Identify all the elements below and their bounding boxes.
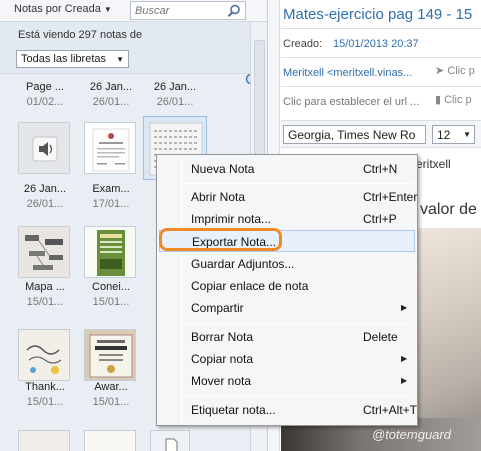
menu-item-label: Copiar nota — [191, 352, 254, 366]
note-title: 26 Jan... — [153, 81, 197, 93]
watermark: @totemguard — [372, 427, 451, 442]
menu-item-label: Borrar Nota — [191, 330, 254, 344]
author-field[interactable]: Meritxell <meritxell.vinas... — [283, 67, 412, 79]
menu-separator — [185, 183, 413, 184]
menu-item-label: Nueva Nota — [191, 162, 255, 176]
menu-item-label: Imprimir nota... — [191, 212, 272, 226]
location-link-label: Clic p — [447, 65, 475, 77]
divider — [281, 57, 481, 58]
menu-item-open-note[interactable]: Abrir Nota Ctrl+Enter — [159, 186, 418, 208]
location-arrow-icon: ➤ — [435, 65, 448, 77]
notebook-filter-area: Está viendo 297 notas de Todas las libre… — [0, 22, 267, 89]
note-title: Conei... — [92, 281, 130, 293]
note-date: 15/01... — [26, 396, 64, 408]
submenu-arrow-icon: ▶ — [401, 376, 408, 385]
menu-item-label: Etiquetar nota... — [191, 403, 276, 417]
font-family-select[interactable]: Georgia, Times New Ro — [283, 125, 426, 144]
chevron-down-icon: ▼ — [103, 5, 112, 14]
menu-item-print-note[interactable]: Imprimir nota... Ctrl+P — [159, 208, 415, 230]
menu-item-label: Compartir — [191, 301, 244, 315]
attribute-link[interactable]: ▮ Clic p — [435, 93, 472, 106]
note-title: Page ... — [26, 81, 64, 93]
chevron-down-icon: ▼ — [116, 55, 124, 64]
poster-thumbnail[interactable] — [84, 226, 136, 278]
menu-item-share[interactable]: Compartir ▶ — [159, 297, 415, 319]
note-date: 26/01... — [156, 96, 194, 108]
note-date: 01/02... — [26, 96, 64, 108]
menu-item-new-note[interactable]: Nueva Nota Ctrl+N — [159, 158, 415, 180]
menu-item-copy-note-link[interactable]: Copiar enlace de nota — [159, 275, 415, 297]
search-box[interactable] — [130, 1, 246, 20]
search-input[interactable] — [135, 3, 225, 18]
menu-item-shortcut: Ctrl+Enter — [363, 190, 418, 204]
document-icon — [165, 438, 178, 451]
photo-icon — [85, 227, 135, 277]
location-link[interactable]: ➤ Clic p — [435, 64, 475, 77]
certificate-thumbnail[interactable] — [84, 122, 136, 174]
note-title: Exam... — [92, 183, 130, 195]
note-title: 26 Jan... — [89, 81, 133, 93]
menu-item-delete-note[interactable]: Borrar Nota Delete — [159, 326, 415, 348]
notebook-select[interactable]: Todas las libretas ▼ — [16, 50, 129, 68]
search-icon[interactable] — [227, 4, 241, 18]
menu-item-shortcut: Ctrl+N — [363, 162, 398, 176]
created-date[interactable]: 15/01/2013 20:37 — [333, 38, 419, 50]
photo-icon — [85, 330, 135, 380]
mindmap-thumbnail[interactable] — [18, 226, 70, 278]
note-thumbnail-partial[interactable] — [18, 430, 70, 451]
award-thumbnail[interactable] — [84, 329, 136, 381]
divider — [281, 28, 481, 29]
menu-item-label: Guardar Adjuntos... — [191, 257, 295, 271]
photo-icon — [19, 227, 69, 277]
photo-icon — [19, 330, 69, 380]
sort-dropdown[interactable]: Notas por Creada ▼ — [14, 3, 112, 19]
menu-item-shortcut: Ctrl+Alt+T — [363, 403, 418, 417]
note-count-text: Está viendo 297 notas de — [18, 29, 143, 41]
clipboard-icon: ▮ — [435, 94, 445, 106]
note-date: 26/01... — [26, 198, 64, 210]
menu-item-shortcut: Ctrl+P — [363, 212, 397, 226]
attribute-link-label: Clic p — [444, 94, 472, 106]
note-list-toolbar: Notas por Creada ▼ — [0, 0, 267, 22]
note-date: 15/01... — [92, 396, 130, 408]
context-menu: Nueva Nota Ctrl+N Abrir Nota Ctrl+Enter … — [156, 154, 418, 426]
note-date: 17/01... — [92, 198, 130, 210]
sort-label: Notas por Creada — [14, 3, 101, 15]
font-size-value: 12 — [437, 128, 451, 142]
menu-item-move-note[interactable]: Mover nota ▶ — [159, 370, 415, 392]
divider — [281, 86, 481, 87]
created-label: Creado: — [283, 38, 323, 50]
submenu-arrow-icon: ▶ — [401, 354, 408, 363]
note-title: Awar... — [94, 381, 128, 393]
speaker-icon — [32, 136, 58, 162]
note-date: 26/01... — [92, 96, 130, 108]
export-highlight-annotation — [159, 228, 282, 251]
menu-item-label: Abrir Nota — [191, 190, 246, 204]
note-title: 26 Jan... — [23, 183, 67, 195]
menu-item-label: Copiar enlace de nota — [191, 279, 309, 293]
menu-separator — [185, 396, 413, 397]
editor-text: valor de — [420, 201, 477, 218]
note-date: 15/01... — [26, 296, 64, 308]
notebook-select-value: Todas las libretas — [21, 53, 106, 65]
chevron-down-icon: ▼ — [463, 130, 471, 139]
font-size-select[interactable]: 12 ▼ — [432, 125, 475, 144]
menu-item-save-attachments[interactable]: Guardar Adjuntos... — [159, 253, 415, 275]
thank-you-thumbnail[interactable] — [18, 329, 70, 381]
note-thumbnail-partial[interactable] — [84, 430, 136, 451]
note-title: Thank... — [25, 381, 65, 393]
menu-item-copy-note[interactable]: Copiar nota ▶ — [159, 348, 415, 370]
menu-item-label: Mover nota — [191, 374, 252, 388]
note-title: Mapa ... — [25, 281, 65, 293]
menu-separator — [185, 323, 413, 324]
note-title-field[interactable]: Mates-ejercicio pag 149 - 15 — [283, 6, 472, 23]
menu-item-tag-note[interactable]: Etiquetar nota... Ctrl+Alt+T — [159, 399, 418, 421]
source-url-field[interactable]: Clic para establecer el url ... — [283, 96, 419, 108]
audio-note-thumbnail[interactable] — [18, 122, 70, 174]
note-thumbnail-partial[interactable] — [150, 430, 190, 451]
submenu-arrow-icon: ▶ — [401, 303, 408, 312]
menu-item-shortcut: Delete — [363, 330, 398, 344]
document-icon — [92, 128, 130, 172]
note-date: 15/01... — [92, 296, 130, 308]
